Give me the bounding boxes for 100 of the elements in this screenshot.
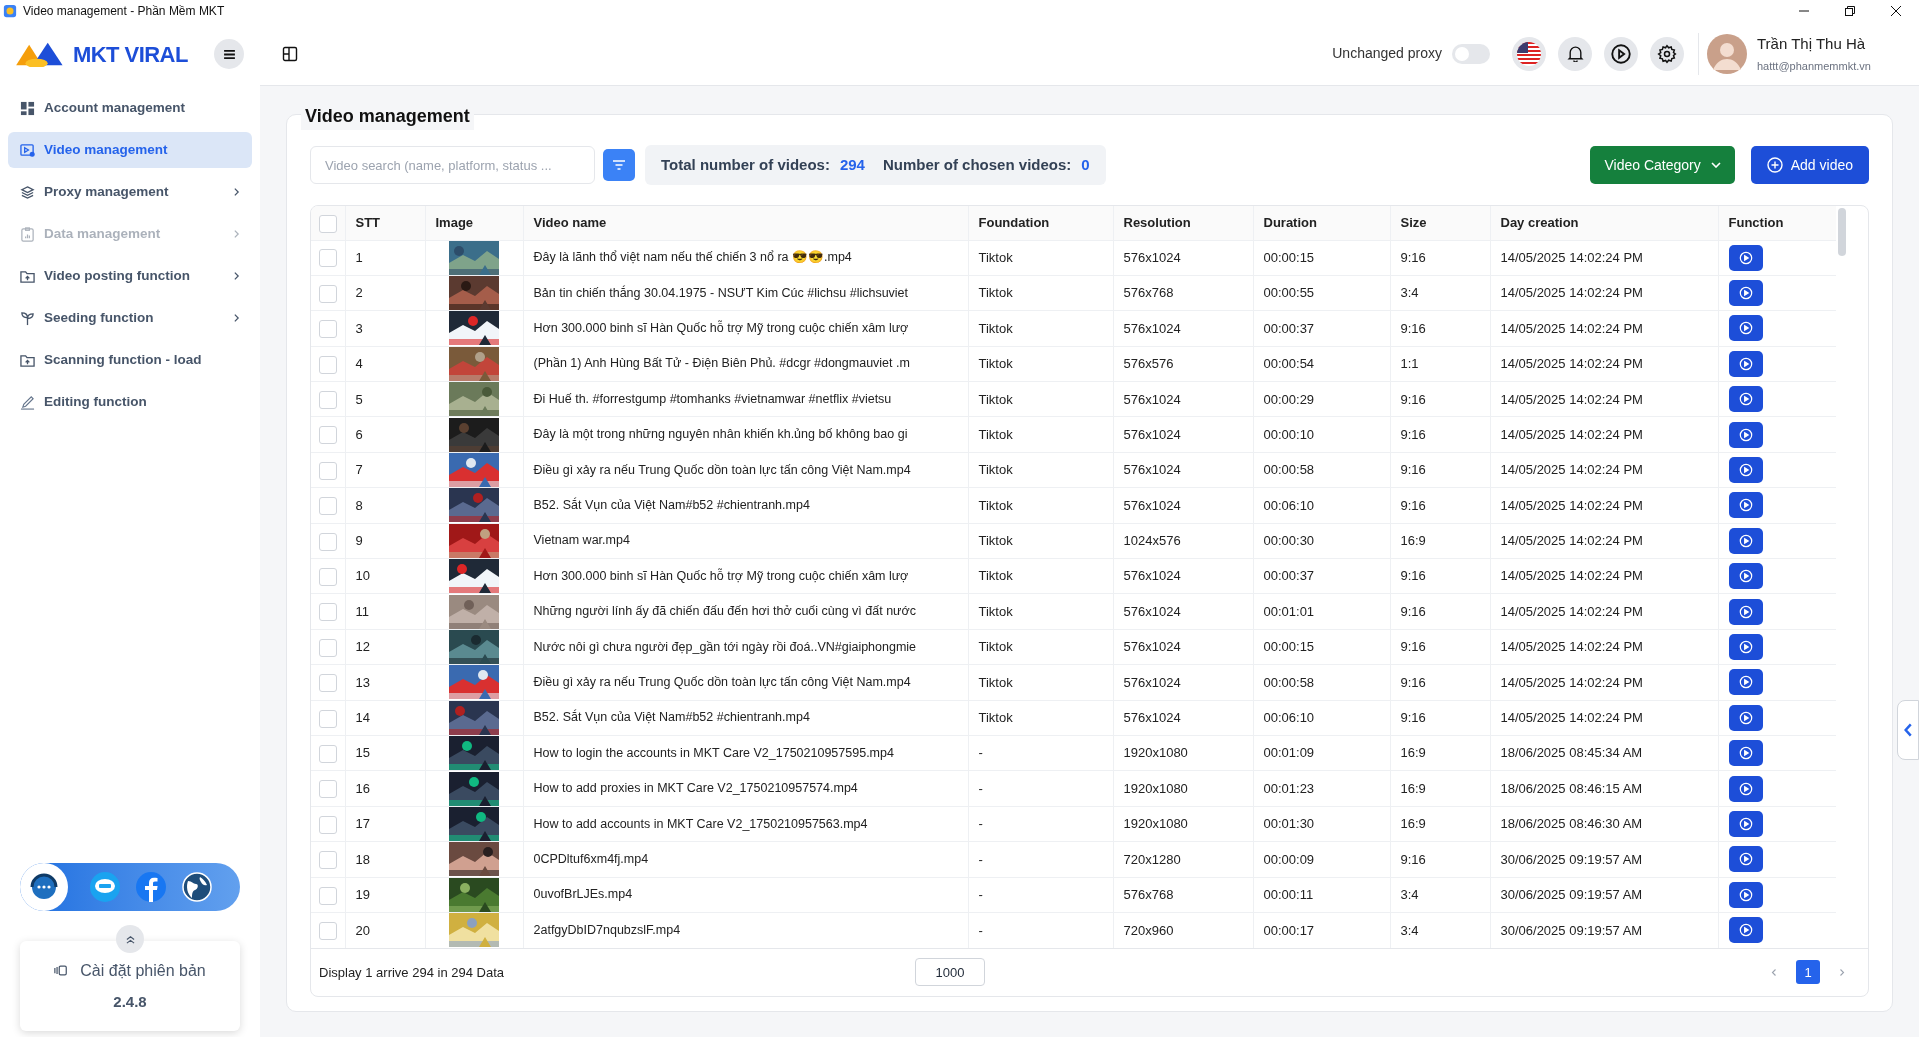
page-button[interactable]: 1 (1796, 960, 1820, 985)
row-checkbox[interactable] (318, 922, 337, 941)
table-cell: 9:16 (1400, 639, 1426, 655)
table-cell: 1024x576 (1123, 533, 1181, 549)
row-checkbox[interactable] (318, 603, 337, 622)
row-checkbox[interactable] (318, 355, 337, 374)
table-cell: 15 (355, 745, 370, 761)
play-video-button[interactable] (1728, 775, 1763, 802)
table-cell: 14/05/2025 14:02:24 PM (1500, 497, 1643, 513)
table-cell: 8 (355, 497, 363, 513)
sprout-icon (20, 310, 35, 326)
row-checkbox[interactable] (318, 709, 337, 728)
add-video-button[interactable]: Add video (1750, 146, 1869, 184)
table-cell: 00:01:30 (1263, 816, 1315, 832)
row-checkbox[interactable] (318, 426, 337, 445)
collapse-tab[interactable] (1897, 700, 1919, 760)
play-video-button[interactable] (1728, 527, 1763, 554)
play-video-button[interactable] (1728, 634, 1763, 660)
avatar[interactable] (1707, 33, 1747, 74)
row-checkbox[interactable] (318, 532, 337, 551)
sidebar-item[interactable]: Video posting function (8, 258, 252, 294)
table-cell: Tiktok (978, 320, 1013, 336)
sidebar-item[interactable]: Editing function (8, 384, 252, 420)
table-cell: Tiktok (978, 391, 1013, 407)
sidebar-item[interactable]: Proxy management (8, 174, 252, 210)
row-checkbox[interactable] (318, 744, 337, 763)
table-cell: 14/05/2025 14:02:24 PM (1500, 462, 1643, 478)
play-video-button[interactable] (1728, 386, 1763, 413)
row-checkbox[interactable] (318, 249, 337, 268)
play-video-button[interactable] (1728, 350, 1763, 377)
play-video-button[interactable] (1728, 280, 1763, 307)
page-size-field[interactable]: 1000 (915, 958, 985, 987)
play-icon (1738, 816, 1753, 831)
play-video-button[interactable] (1728, 669, 1763, 696)
plus-circle-icon (1766, 157, 1783, 173)
video-name: Điều gì xảy ra nếu Trung Quốc dồn toàn lực tấn công Việt Nam.mp4 (533, 675, 911, 689)
chevron-right-icon (233, 187, 240, 197)
row-checkbox[interactable] (318, 497, 337, 516)
sidebar-item[interactable]: Video management (8, 132, 252, 168)
play-video-button[interactable] (1728, 315, 1763, 342)
row-checkbox[interactable] (318, 638, 337, 657)
row-checkbox[interactable] (318, 320, 337, 339)
sidebar-item[interactable]: Account management (8, 90, 252, 126)
play-video-button[interactable] (1728, 704, 1763, 731)
filter-button[interactable] (603, 149, 635, 181)
table-cell: 576x1024 (1123, 603, 1181, 619)
support-chat-icon[interactable] (20, 863, 68, 911)
row-checkbox[interactable] (318, 886, 337, 905)
facebook-icon[interactable] (136, 872, 166, 902)
category-dropdown[interactable]: Video Category (1590, 146, 1735, 184)
play-icon (1738, 781, 1753, 796)
table-cell: 14/05/2025 14:02:24 PM (1500, 639, 1643, 655)
settings-button[interactable] (1650, 36, 1684, 71)
play-video-button[interactable] (1728, 846, 1763, 873)
notification-button[interactable] (1558, 36, 1592, 71)
chat-bubble-icon[interactable] (90, 872, 120, 902)
row-checkbox[interactable] (318, 284, 337, 303)
table-cell: 11 (355, 603, 369, 619)
row-checkbox[interactable] (318, 851, 337, 870)
play-icon (1738, 463, 1753, 478)
table-cell: 30/06/2025 09:19:57 AM (1500, 922, 1643, 938)
table-cell: Tiktok (978, 603, 1013, 619)
row-checkbox[interactable] (318, 568, 337, 586)
expand-up-button[interactable] (116, 925, 144, 953)
play-video-button[interactable] (1728, 457, 1763, 484)
row-checkbox[interactable] (318, 815, 337, 834)
menu-button[interactable] (214, 39, 244, 69)
play-button[interactable] (1604, 36, 1638, 71)
play-video-button[interactable] (1728, 917, 1763, 944)
table-cell: 1 (355, 249, 363, 265)
play-video-button[interactable] (1728, 563, 1763, 590)
table-cell: 3:4 (1400, 886, 1419, 902)
column-header: Size (1400, 215, 1427, 230)
proxy-toggle[interactable] (1452, 43, 1490, 64)
row-checkbox[interactable] (318, 674, 337, 693)
row-checkbox[interactable] (318, 214, 337, 233)
table-cell: 9:16 (1400, 249, 1426, 265)
play-video-button[interactable] (1728, 881, 1763, 908)
table-cell: 4 (355, 356, 363, 372)
settings-icon (1657, 43, 1677, 64)
play-video-button[interactable] (1728, 244, 1763, 271)
row-checkbox[interactable] (318, 780, 337, 799)
search-field[interactable]: Video search (name, platform, status ... (310, 146, 595, 184)
play-video-button[interactable] (1728, 740, 1763, 767)
language-button[interactable] (1512, 36, 1546, 71)
play-video-button[interactable] (1728, 598, 1763, 625)
table-cell: Tiktok (978, 568, 1013, 584)
play-video-button[interactable] (1728, 810, 1763, 837)
play-video-button[interactable] (1728, 421, 1763, 448)
row-checkbox[interactable] (318, 391, 337, 410)
sidebar-item[interactable]: Scanning function - load (8, 342, 252, 378)
sidebar-item[interactable]: Seeding function (8, 300, 252, 336)
row-checkbox[interactable] (318, 461, 337, 480)
table-cell: 9:16 (1400, 320, 1426, 336)
video-name: 0uvofBrLJEs.mp4 (533, 887, 633, 902)
sidebar-toggle-icon[interactable] (282, 45, 298, 62)
play-video-button[interactable] (1728, 492, 1763, 519)
scrollbar-thumb[interactable] (1838, 208, 1846, 256)
globe-icon[interactable] (182, 872, 212, 902)
table-cell: 576x1024 (1123, 249, 1181, 265)
